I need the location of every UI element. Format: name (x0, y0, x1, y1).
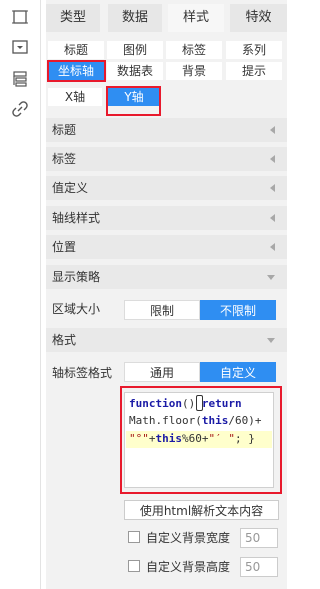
format-general-option[interactable]: 通用 (124, 362, 200, 382)
tab-data[interactable]: 数据 (108, 4, 162, 32)
tab-effects[interactable]: 特效 (230, 4, 287, 32)
section-axis-line-style[interactable]: 轴线样式 (46, 206, 287, 230)
custom-bg-width-input[interactable]: 50 (240, 528, 278, 548)
frame-icon[interactable] (11, 8, 29, 26)
region-limit-option[interactable]: 限制 (124, 300, 200, 320)
property-panel: 类型 数据 样式 特效 标题 图例 标签 系列 坐标轴 数据表 背景 提示 X轴… (46, 0, 287, 589)
subtab-background[interactable]: 背景 (166, 62, 222, 80)
link-icon[interactable] (11, 100, 29, 118)
subtab-label[interactable]: 标签 (166, 41, 222, 59)
collapse-arrow-icon (270, 155, 275, 163)
region-unlimited-option[interactable]: 不限制 (200, 300, 276, 320)
main-tabs: 类型 数据 样式 特效 (46, 4, 287, 32)
expand-arrow-icon (267, 275, 275, 280)
layers-icon[interactable] (11, 70, 29, 88)
format-code-editor[interactable]: function() return Math.floor(this/60)+ "… (124, 392, 274, 488)
section-display-strategy[interactable]: 显示策略 (46, 265, 287, 289)
dropdown-box-icon[interactable] (11, 38, 29, 56)
subtab-tooltip[interactable]: 提示 (226, 62, 282, 80)
custom-bg-height-checkbox[interactable] (128, 560, 140, 572)
code-line-2: Math.floor(this/60)+ (129, 414, 262, 427)
axis-tabs: X轴 Y轴 (48, 88, 282, 106)
bracket-match-cursor (196, 395, 203, 411)
subtab-series[interactable]: 系列 (226, 41, 282, 59)
collapse-arrow-icon (270, 214, 275, 222)
subtab-axis[interactable]: 坐标轴 (48, 62, 104, 80)
custom-bg-height-row: 自定义背景高度 50 (128, 557, 278, 577)
section-title[interactable]: 标题 (46, 118, 287, 142)
axis-label-format-label: 轴标签格式 (52, 366, 113, 380)
style-subtabs-row1: 标题 图例 标签 系列 (48, 41, 282, 59)
section-format[interactable]: 格式 (46, 328, 287, 352)
custom-bg-width-label: 自定义背景宽度 (146, 531, 231, 545)
collapse-arrow-icon (270, 184, 275, 192)
collapse-arrow-icon (270, 126, 275, 134)
html-parse-toggle-button[interactable]: 使用html解析文本内容 (124, 500, 279, 520)
style-subtabs-row2: 坐标轴 数据表 背景 提示 (48, 62, 282, 80)
expand-arrow-icon (267, 338, 275, 343)
subtab-datatable[interactable]: 数据表 (107, 62, 163, 80)
tab-style[interactable]: 样式 (168, 4, 224, 32)
tab-y-axis[interactable]: Y轴 (107, 88, 161, 106)
custom-bg-width-checkbox[interactable] (128, 531, 140, 543)
subtab-title[interactable]: 标题 (48, 41, 104, 59)
code-line-1: function() return (129, 397, 242, 410)
custom-bg-width-row: 自定义背景宽度 50 (128, 528, 278, 548)
region-size-label: 区域大小 (52, 302, 101, 316)
section-position[interactable]: 位置 (46, 235, 287, 259)
collapse-arrow-icon (270, 243, 275, 251)
section-label[interactable]: 标签 (46, 147, 287, 171)
section-value-definition[interactable]: 值定义 (46, 176, 287, 200)
custom-bg-height-label: 自定义背景高度 (146, 560, 231, 574)
left-toolbar (0, 0, 41, 589)
tab-type[interactable]: 类型 (46, 4, 100, 32)
code-line-3: "°"+this%60+"′ "; } (129, 432, 255, 445)
custom-bg-height-input[interactable]: 50 (240, 557, 278, 577)
format-custom-option[interactable]: 自定义 (200, 362, 276, 382)
subtab-legend[interactable]: 图例 (107, 41, 163, 59)
tab-x-axis[interactable]: X轴 (48, 88, 102, 106)
